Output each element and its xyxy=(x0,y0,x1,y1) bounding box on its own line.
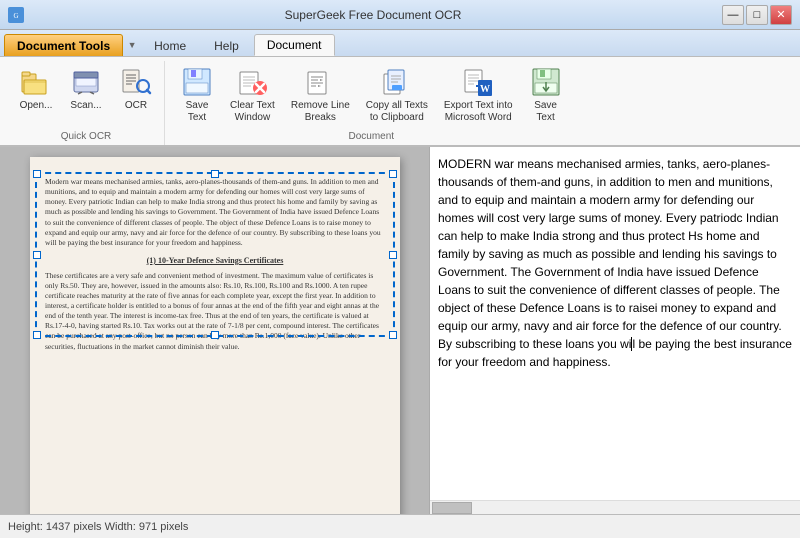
scan-label: Scan... xyxy=(70,100,101,112)
tab-document[interactable]: Document xyxy=(254,34,335,56)
ocr-button[interactable]: OCR xyxy=(112,61,160,117)
ribbon-tab-arrow: ▼ xyxy=(125,34,139,56)
ribbon: Document Tools ▼ Home Help Document xyxy=(0,30,800,146)
export-word-label: Export Text intoMicrosoft Word xyxy=(444,100,513,124)
window-controls: — □ ✕ xyxy=(722,5,792,25)
ocr-icon xyxy=(120,66,152,98)
tab-home[interactable]: Home xyxy=(141,34,199,56)
open-icon xyxy=(20,66,52,98)
remove-breaks-button[interactable]: Remove LineBreaks xyxy=(284,61,357,129)
document-paper: Modern war means mechanised armies, tank… xyxy=(30,157,400,514)
ribbon-group-quickocr: Open... Scan... xyxy=(8,61,165,145)
clear-text-button[interactable]: Clear TextWindow xyxy=(223,61,282,129)
open-label: Open... xyxy=(20,100,53,112)
document-image-area: Modern war means mechanised armies, tank… xyxy=(0,147,429,514)
horizontal-scrollbar[interactable] xyxy=(430,500,800,514)
svg-text:W: W xyxy=(480,84,490,95)
save-text2-icon xyxy=(530,66,562,98)
export-word-button[interactable]: W Export Text intoMicrosoft Word xyxy=(437,61,520,129)
document-paper-content: Modern war means mechanised armies, tank… xyxy=(30,157,400,372)
status-bar: Height: 1437 pixels Width: 971 pixels xyxy=(0,514,800,538)
text-cursor xyxy=(631,337,632,351)
scan-button[interactable]: Scan... xyxy=(62,61,110,117)
ribbon-group-document: SaveText xyxy=(169,61,574,145)
save-text-icon xyxy=(181,66,213,98)
minimize-button[interactable]: — xyxy=(722,5,744,25)
open-button[interactable]: Open... xyxy=(12,61,60,117)
document-group-label: Document xyxy=(349,129,395,145)
title-bar: G SuperGeek Free Document OCR — □ ✕ xyxy=(0,0,800,30)
status-text: Height: 1437 pixels Width: 971 pixels xyxy=(8,521,188,533)
app-title: SuperGeek Free Document OCR xyxy=(24,8,722,22)
h-scroll-thumb[interactable] xyxy=(432,502,472,514)
copy-all-icon xyxy=(381,66,413,98)
ribbon-highlighted-tab[interactable]: Document Tools xyxy=(4,34,123,56)
copy-all-label: Copy all Textsto Clipboard xyxy=(366,100,428,124)
doc-section-header: (1) 10-Year Defence Savings Certificates xyxy=(45,256,385,267)
ribbon-tab-bar: Document Tools ▼ Home Help Document xyxy=(0,30,800,56)
document-pane: Modern war means mechanised armies, tank… xyxy=(0,147,430,514)
remove-breaks-icon xyxy=(304,66,336,98)
app-icon: G xyxy=(8,7,24,23)
export-word-icon: W xyxy=(462,66,494,98)
tab-help[interactable]: Help xyxy=(201,34,252,56)
scan-icon xyxy=(70,66,102,98)
ocr-text-pane[interactable]: MODERN war means mechanised armies, tank… xyxy=(430,147,800,500)
clear-text-label: Clear TextWindow xyxy=(230,100,275,124)
save-text-label: SaveText xyxy=(186,100,209,124)
remove-breaks-label: Remove LineBreaks xyxy=(291,100,350,124)
maximize-button[interactable]: □ xyxy=(746,5,768,25)
document-buttons: SaveText xyxy=(173,61,570,129)
save-text2-label: SaveText xyxy=(534,100,557,124)
main-area: Modern war means mechanised armies, tank… xyxy=(0,146,800,514)
ocr-text-content: MODERN war means mechanised armies, tank… xyxy=(438,157,792,369)
title-bar-left: G xyxy=(8,7,24,23)
copy-all-button[interactable]: Copy all Textsto Clipboard xyxy=(359,61,435,129)
ribbon-content: Open... Scan... xyxy=(0,56,800,145)
doc-text-paragraph1: Modern war means mechanised armies, tank… xyxy=(45,177,385,248)
quickocr-group-label: Quick OCR xyxy=(61,129,112,145)
ocr-label: OCR xyxy=(125,100,147,112)
save-text2-button[interactable]: SaveText xyxy=(522,61,570,129)
clear-text-icon xyxy=(236,66,268,98)
quickocr-buttons: Open... Scan... xyxy=(12,61,160,129)
doc-text-paragraph2: These certificates are a very safe and c… xyxy=(45,271,385,352)
close-button[interactable]: ✕ xyxy=(770,5,792,25)
svg-text:G: G xyxy=(13,12,18,20)
right-panel: MODERN war means mechanised armies, tank… xyxy=(430,147,800,514)
save-text-button[interactable]: SaveText xyxy=(173,61,221,129)
